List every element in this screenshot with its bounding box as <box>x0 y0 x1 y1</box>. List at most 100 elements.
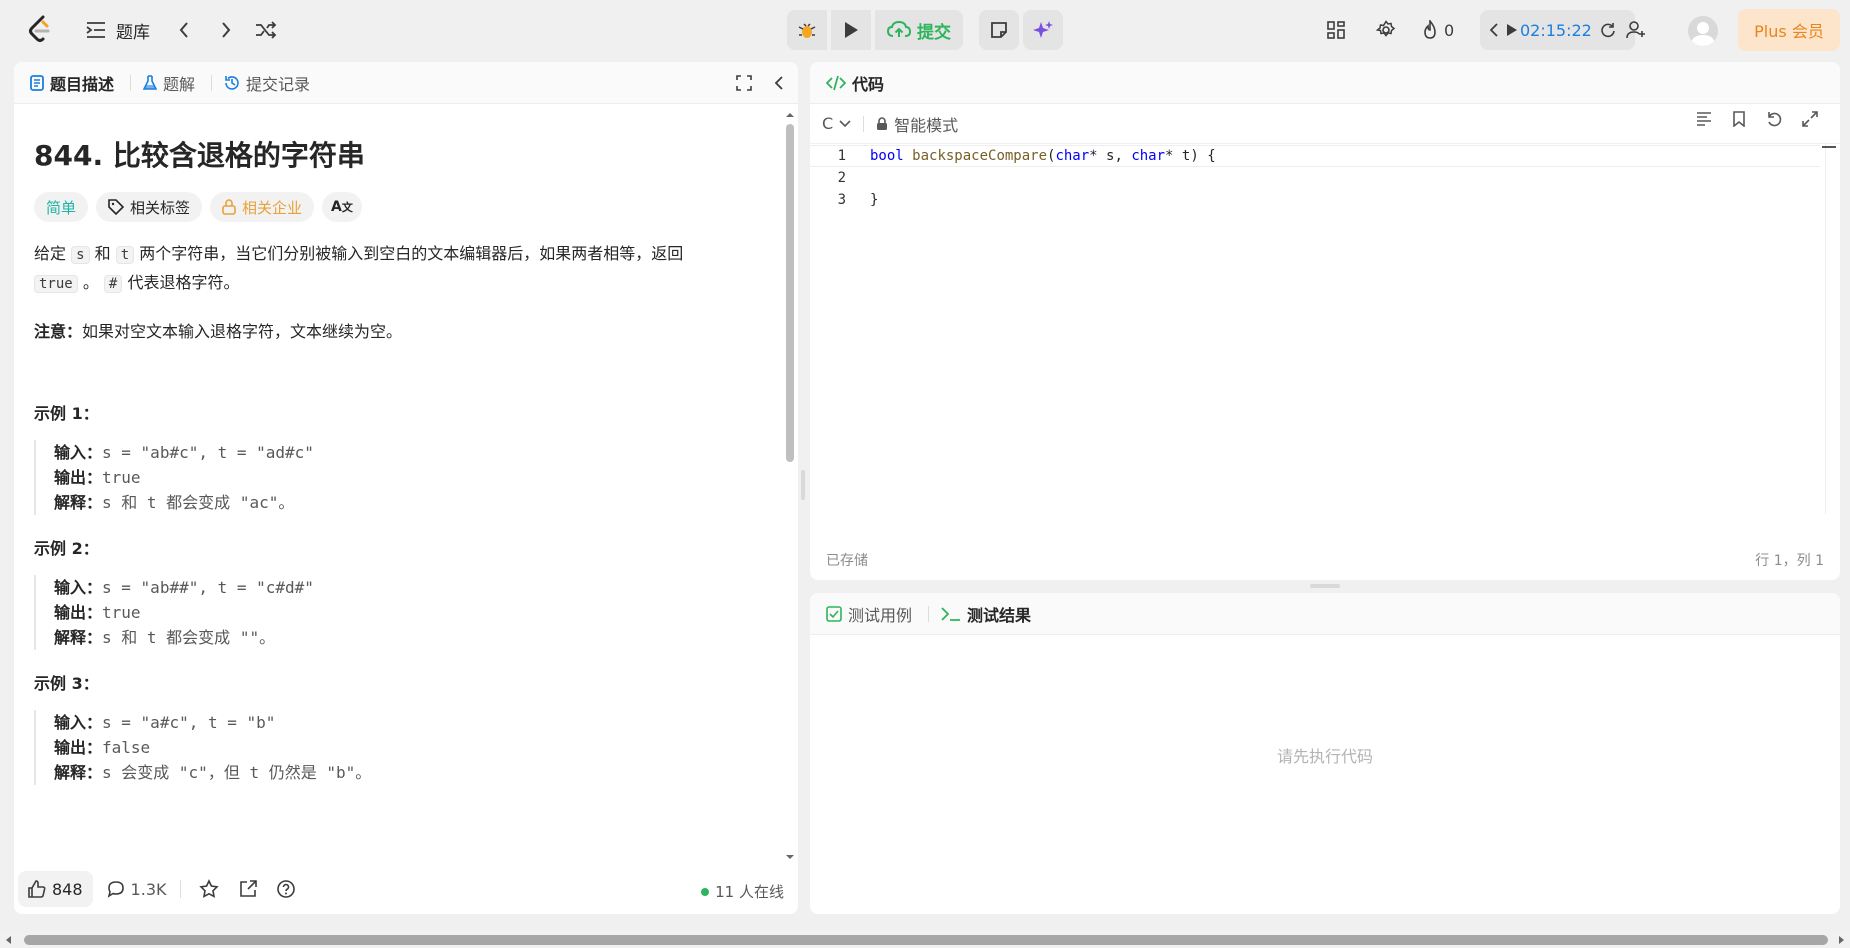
smart-mode-toggle[interactable]: 智能模式 <box>876 112 958 136</box>
test-panel: 测试用例 测试结果 请先执行代码 <box>810 593 1840 914</box>
related-tags-button[interactable]: 相关标签 <box>96 192 203 222</box>
problem-list-icon[interactable] <box>84 18 108 42</box>
tab-description[interactable]: 题目描述 <box>30 71 114 95</box>
submit-label: 提交 <box>917 22 951 43</box>
example-2-block: 输入：s = "ab##", t = "c#d#" 输出：true 解释：s 和… <box>34 575 764 650</box>
add-friend-icon[interactable] <box>1626 21 1646 39</box>
share-icon[interactable] <box>239 880 258 898</box>
online-dot <box>701 887 710 896</box>
reset-code-icon[interactable] <box>1766 111 1782 127</box>
play-icon <box>845 22 858 38</box>
example-output: false <box>102 738 151 757</box>
scroll-left-icon[interactable] <box>4 935 14 945</box>
page-horizontal-scrollbar[interactable] <box>0 932 1850 948</box>
code-panel: 代码 C 智能模式 1 bool backspaceCompare(char* … <box>810 62 1840 580</box>
description-scrollbar[interactable] <box>784 110 796 862</box>
next-problem-icon[interactable] <box>214 18 238 42</box>
tab-results[interactable]: 测试结果 <box>941 602 1031 626</box>
comment-icon <box>107 881 124 898</box>
collapse-panel-icon[interactable] <box>774 75 784 91</box>
submit-button[interactable]: 提交 <box>875 10 963 50</box>
input-label: 输入： <box>54 578 103 597</box>
bookmark-icon[interactable] <box>1732 111 1746 127</box>
like-count: 848 <box>52 879 83 899</box>
code-line[interactable]: 3 } <box>810 189 1820 211</box>
comments-button[interactable]: 1.3K <box>107 880 166 899</box>
desc-code-s: s <box>71 246 90 264</box>
run-button[interactable] <box>831 10 871 50</box>
like-button[interactable]: 848 <box>18 871 93 907</box>
tab-solutions-label: 题解 <box>163 74 196 94</box>
lock-icon <box>877 116 888 130</box>
timer-play-icon[interactable] <box>1506 23 1518 37</box>
scroll-up-icon[interactable] <box>784 110 796 120</box>
user-avatar[interactable] <box>1688 16 1718 46</box>
example-explain: s 和 t 都会变成 ""。 <box>102 628 276 647</box>
translate-button[interactable]: A文 <box>322 192 362 222</box>
toolbar-divider <box>863 115 865 132</box>
scroll-down-icon[interactable] <box>784 852 796 862</box>
favorite-star-icon[interactable] <box>199 879 220 899</box>
chevron-down-icon <box>839 119 851 127</box>
test-tabs: 测试用例 测试结果 <box>810 593 1840 635</box>
notes-button[interactable] <box>979 10 1019 50</box>
help-icon[interactable] <box>277 880 296 898</box>
example-input: s = "ab##", t = "c#d#" <box>102 578 314 597</box>
saved-status: 已存储 <box>826 553 868 569</box>
settings-gear-icon[interactable] <box>1374 18 1398 42</box>
tab-solutions[interactable]: 题解 <box>143 71 195 95</box>
tab-divider <box>130 74 132 91</box>
sparkle-icon <box>1033 21 1053 38</box>
tab-results-label: 测试结果 <box>967 605 1032 625</box>
tab-code[interactable]: 代码 <box>826 71 884 95</box>
horizontal-resize-handle[interactable] <box>801 470 805 500</box>
language-select[interactable]: C <box>822 114 851 133</box>
problem-tags: 简单 相关标签 相关企业 A文 <box>34 192 764 222</box>
tab-divider <box>211 74 213 91</box>
ai-assistant-button[interactable] <box>1023 10 1063 50</box>
timer-collapse-icon[interactable] <box>1490 23 1498 37</box>
shuffle-icon[interactable] <box>254 18 278 42</box>
code-line[interactable]: 1 bool backspaceCompare(char* s, char* t… <box>810 145 1820 167</box>
example-input: s = "ab#c", t = "ad#c" <box>102 443 314 462</box>
code-editor[interactable]: 1 bool backspaceCompare(char* s, char* t… <box>810 144 1836 524</box>
history-icon <box>225 75 239 90</box>
desc-text: 给定 <box>34 244 67 263</box>
line-number: 3 <box>837 192 846 208</box>
fullscreen-icon[interactable] <box>736 75 752 91</box>
code-line[interactable]: 2 <box>810 167 1820 189</box>
flask-icon <box>143 74 158 90</box>
editor-ruler <box>1825 144 1826 514</box>
format-code-icon[interactable] <box>1696 112 1712 126</box>
layout-icon[interactable] <box>1324 18 1348 42</box>
debug-button[interactable] <box>787 10 827 50</box>
scroll-right-icon[interactable] <box>1836 935 1846 945</box>
streak-counter[interactable]: 0 <box>1422 18 1454 42</box>
problem-bank-link[interactable]: 题库 <box>116 18 150 43</box>
related-companies-button[interactable]: 相关企业 <box>210 192 315 222</box>
tab-code-label: 代码 <box>852 74 885 94</box>
tab-description-label: 题目描述 <box>50 74 115 94</box>
scrollbar-thumb[interactable] <box>24 935 1828 945</box>
problem-note: 注意：如果对空文本输入退格字符，文本继续为空。 <box>34 318 764 342</box>
translate-icon: A文 <box>331 199 353 215</box>
online-count: 11 人在线 <box>715 883 784 901</box>
timer-reset-icon[interactable] <box>1600 22 1616 38</box>
tab-divider <box>928 605 930 622</box>
example-input: s = "a#c", t = "b" <box>102 713 276 732</box>
scrollbar-thumb[interactable] <box>786 124 794 462</box>
minimap-indicator[interactable] <box>1822 146 1836 148</box>
tab-testcases[interactable]: 测试用例 <box>826 602 912 626</box>
bug-icon <box>798 23 816 38</box>
prev-problem-icon[interactable] <box>172 18 196 42</box>
cursor-position: 行 1，列 1 <box>1755 553 1824 569</box>
plus-membership-button[interactable]: Plus 会员 <box>1738 9 1840 51</box>
function-token: backspaceCompare <box>912 148 1048 164</box>
vertical-resize-handle[interactable] <box>1310 584 1340 588</box>
leetcode-logo[interactable] <box>26 14 54 46</box>
difficulty-badge[interactable]: 简单 <box>34 192 89 222</box>
line-content: } <box>870 192 879 208</box>
expand-editor-icon[interactable] <box>1802 111 1818 127</box>
tab-submissions[interactable]: 提交记录 <box>224 71 310 95</box>
editor-toolbar: C 智能模式 <box>810 104 1840 144</box>
